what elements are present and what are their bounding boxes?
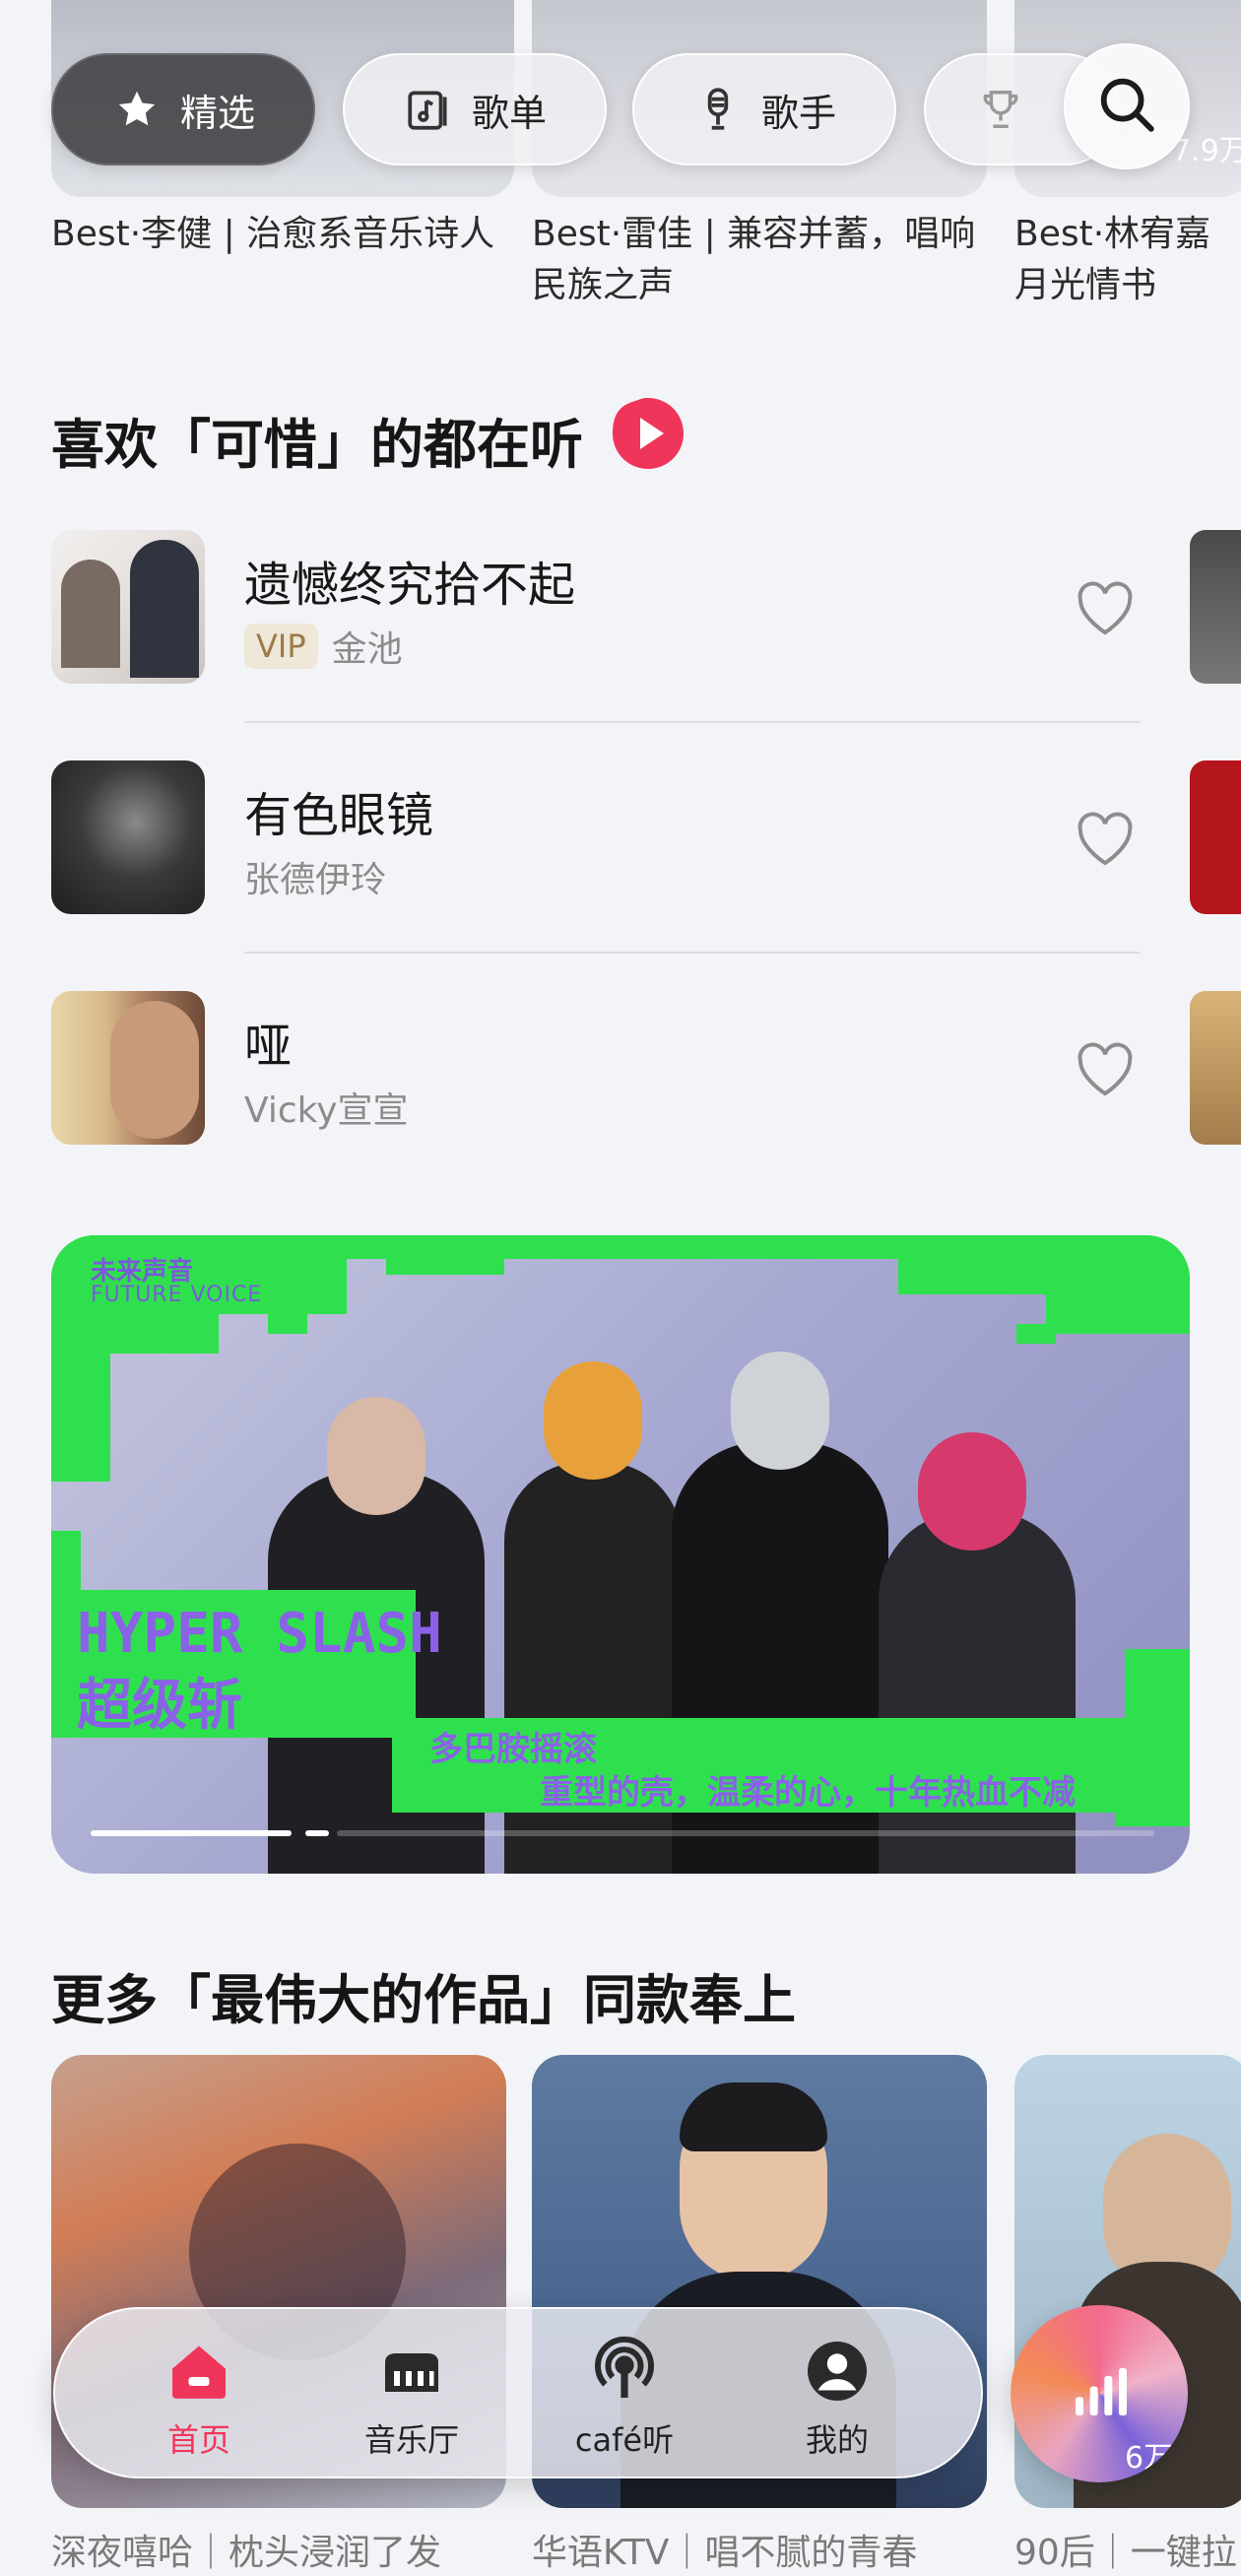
mini-player[interactable]: 6万 [1011,2305,1188,2482]
song-subtitle: 张德伊玲 [244,851,386,902]
peek-cover-2[interactable] [1190,760,1241,914]
banner-brand-en: FUTURE VOICE [91,1283,263,1307]
promo-banner[interactable]: 未来声音 FUTURE VOICE HYPER SLASH 超级斩 多巴胺摇滚 … [51,1235,1190,1874]
playlist-caption-3[interactable]: 90后｜一键拉 [1014,2524,1237,2575]
profile-icon [739,2331,936,2411]
chip-label: 歌手 [760,91,836,135]
equalizer-icon [1068,2360,1131,2427]
peek-cover-3[interactable] [1190,991,1241,1145]
song-row-2[interactable]: 有色眼镜 张德伊玲 [51,760,1144,918]
section-title-like: 喜欢「可惜」的都在听 [51,394,687,486]
tab-cafe[interactable]: café听 [526,2331,723,2459]
tab-music-hall[interactable]: 音乐厅 [313,2331,510,2459]
top-card-caption-1[interactable]: Best·李健 | 治愈系音乐诗人 [51,209,514,260]
song-artist: Vicky宣宣 [244,1090,409,1131]
song-cover-3 [51,991,205,1145]
divider [244,952,1141,954]
banner-headline-en: HYPER SLASH [77,1602,442,1666]
top-card-caption-2[interactable]: Best·雷佳 | 兼容并蓄，唱响民族之声 [532,209,987,311]
banner-headline-cn: 超级斩 [77,1674,242,1738]
divider [244,721,1141,723]
bottom-tab-bar: 首页 音乐厅 café听 我的 [53,2307,983,2478]
star-icon [111,84,163,135]
banner-indicator [305,1830,329,1836]
banner-sub2: 重型的壳，温柔的心，十年热血不减 [540,1773,1076,1813]
play-count: 6万 [1125,2441,1174,2476]
song-cover-1 [51,530,205,684]
tab-label: 音乐厅 [363,2421,459,2459]
music-note-icon [403,84,454,135]
home-icon [100,2331,297,2411]
song-cover-2 [51,760,205,914]
trophy-icon [975,84,1026,135]
song-subtitle: Vicky宣宣 [244,1082,409,1133]
tab-label: 首页 [166,2421,230,2459]
song-title: 哑 [244,1019,293,1074]
chip-featured[interactable]: 精选 [51,53,315,165]
banner-sub1: 多巴胺摇滚 [429,1730,597,1769]
play-icon[interactable] [609,394,687,486]
chip-label: 歌单 [471,91,547,135]
search-button[interactable] [1064,43,1190,169]
music-hall-icon [313,2331,510,2411]
section-title-text: 喜欢「可惜」的都在听 [51,414,583,476]
search-icon [1092,70,1161,143]
banner-indicator-active [91,1830,292,1836]
song-subtitle: VIP 金池 [244,621,403,672]
song-artist: 金池 [331,629,403,670]
top-card-caption-3[interactable]: Best·林宥嘉月光情书 [1014,209,1241,311]
section-title-more: 更多「最伟大的作品」同款奉上 [51,1969,796,2031]
song-title: 有色眼镜 [244,788,434,843]
tab-profile[interactable]: 我的 [739,2331,936,2459]
heart-icon[interactable] [1074,810,1137,867]
heart-icon[interactable] [1074,579,1137,636]
chip-label: 精选 [179,91,255,135]
song-row-3[interactable]: 哑 Vicky宣宣 [51,991,1144,1149]
banner-indicator-track [337,1830,1154,1836]
heart-icon[interactable] [1074,1040,1137,1097]
playlist-caption-2[interactable]: 华语KTV｜唱不腻的青春 [532,2524,917,2575]
microphone-icon [692,84,744,135]
tab-home[interactable]: 首页 [100,2331,297,2459]
song-title: 遗憾终究拾不起 [244,558,576,613]
peek-cover-1[interactable] [1190,530,1241,684]
playlist-caption-1[interactable]: 深夜嘻哈｜枕头浸润了发 [51,2524,441,2575]
tab-label: 我的 [805,2421,869,2459]
podcast-icon [526,2331,723,2411]
vip-badge: VIP [244,624,318,669]
chip-artist[interactable]: 歌手 [632,53,896,165]
song-row-1[interactable]: 遗憾终究拾不起 VIP 金池 [51,530,1144,688]
song-artist: 张德伊玲 [244,860,387,900]
chip-playlist[interactable]: 歌单 [343,53,607,165]
tab-label: café听 [574,2421,675,2459]
